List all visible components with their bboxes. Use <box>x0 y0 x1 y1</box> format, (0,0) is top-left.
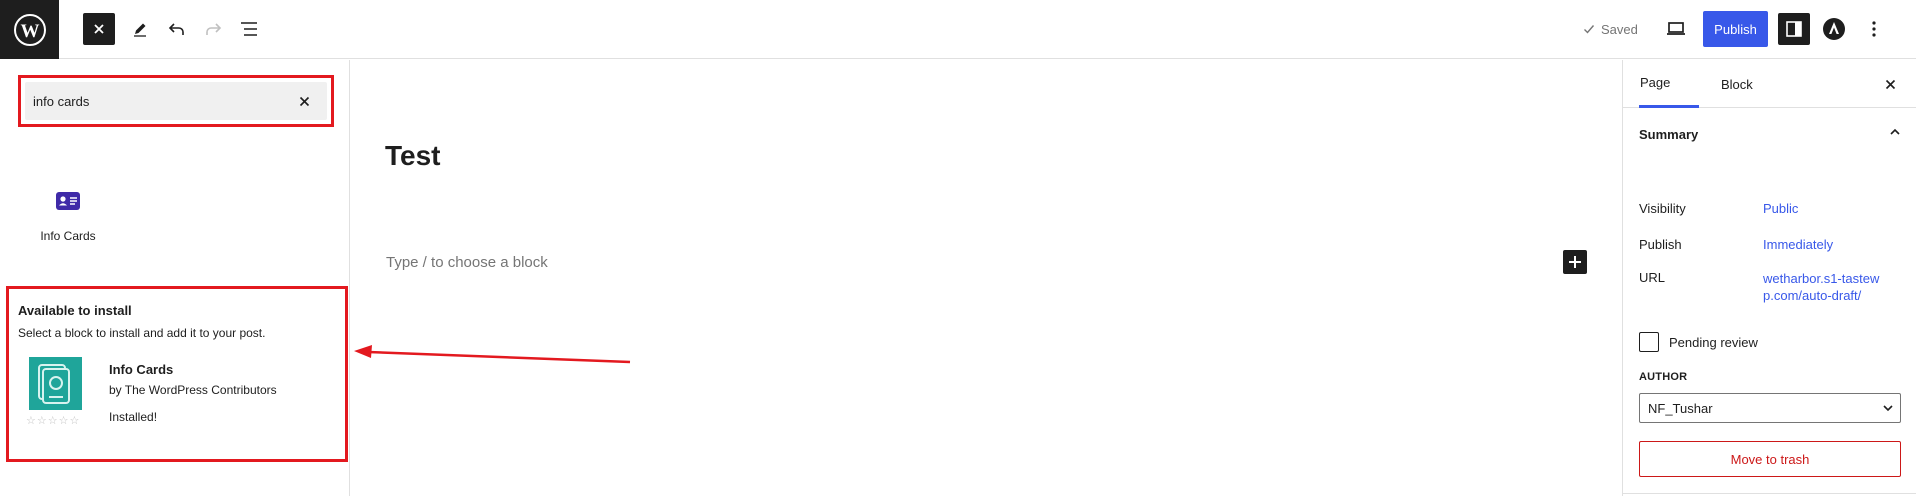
pending-review-checkbox[interactable] <box>1639 332 1659 352</box>
plugin-thumbnail-icon <box>29 357 82 410</box>
close-icon <box>94 24 104 34</box>
preview-button[interactable] <box>1660 13 1692 45</box>
author-select[interactable]: NF_Tushar <box>1639 393 1901 423</box>
visibility-label: Visibility <box>1639 201 1686 216</box>
publish-button[interactable]: Publish <box>1703 11 1768 47</box>
block-result-label: Info Cards <box>40 229 96 243</box>
close-inserter-button[interactable] <box>83 13 115 45</box>
undo-button[interactable] <box>161 13 193 45</box>
svg-text:W: W <box>20 21 39 42</box>
chevron-down-icon <box>1883 405 1893 412</box>
pending-review-toggle[interactable]: Pending review <box>1639 332 1758 352</box>
editor-canvas: Test Type / to choose a block <box>351 60 1621 496</box>
author-label: AUTHOR <box>1639 371 1688 383</box>
settings-sidebar: Page Block Summary Visibility Public Pub… <box>1622 60 1916 496</box>
url-label: URL <box>1639 270 1666 285</box>
summary-title: Summary <box>1639 126 1699 142</box>
list-view-icon <box>241 22 257 36</box>
chevron-up-icon <box>1890 128 1900 135</box>
check-icon <box>1584 25 1595 34</box>
astra-settings-button[interactable] <box>1818 13 1850 45</box>
summary-panel-toggle[interactable]: Summary <box>1639 108 1901 160</box>
install-section-title: Available to install <box>18 303 132 318</box>
wordpress-logo-icon: W <box>13 13 46 46</box>
search-highlight-box <box>18 75 334 127</box>
close-settings-button[interactable] <box>1880 74 1900 94</box>
author-selected-value: NF_Tushar <box>1648 400 1713 416</box>
close-icon <box>299 96 309 106</box>
saved-indicator: Saved <box>1583 19 1638 39</box>
id-card-icon <box>56 192 80 210</box>
url-value-button[interactable]: wetharbor.s1-tastewp.com/auto-draft/ <box>1763 270 1883 304</box>
astra-logo-icon <box>1823 18 1845 40</box>
pending-review-label: Pending review <box>1669 334 1758 350</box>
plugin-rating: ☆☆☆☆☆ <box>26 415 81 427</box>
publish-date-button[interactable]: Immediately <box>1763 237 1833 252</box>
publish-label: Publish <box>1639 237 1682 252</box>
plugin-author: by The WordPress Contributors <box>109 383 277 397</box>
redo-icon <box>206 23 222 35</box>
editor-header: W Saved Publish <box>0 0 1916 59</box>
sidebar-tabs: Page Block <box>1623 60 1916 108</box>
close-icon <box>1885 79 1895 89</box>
block-result-info-cards[interactable]: Info Cards <box>28 190 108 260</box>
desktop-icon <box>1667 22 1685 35</box>
add-block-button[interactable] <box>1563 250 1587 274</box>
panel-divider <box>1623 493 1916 494</box>
default-block-appender[interactable]: Type / to choose a block <box>386 254 548 271</box>
document-overview-button[interactable] <box>233 13 265 45</box>
more-vertical-icon <box>1872 21 1876 37</box>
block-search-input[interactable] <box>33 82 273 120</box>
saved-label: Saved <box>1601 21 1638 37</box>
plus-icon <box>1569 256 1581 268</box>
visibility-value-button[interactable]: Public <box>1763 201 1798 216</box>
undo-icon <box>168 23 184 35</box>
wordpress-logo-button[interactable]: W <box>0 0 59 59</box>
tab-block[interactable]: Block <box>1699 60 1769 108</box>
sidebar-icon <box>1786 21 1802 37</box>
available-to-install-section: Available to install Select a block to i… <box>6 286 348 462</box>
install-section-description: Select a block to install and add it to … <box>18 326 266 340</box>
move-to-trash-button[interactable]: Move to trash <box>1639 441 1901 477</box>
annotation-arrow <box>354 345 631 364</box>
pencil-icon <box>134 23 146 37</box>
plugin-status: Installed! <box>109 410 158 424</box>
block-inserter-panel: Info Cards Available to install Select a… <box>0 60 350 496</box>
settings-toggle-button[interactable] <box>1778 13 1810 45</box>
clear-search-button[interactable] <box>295 92 313 110</box>
tab-page[interactable]: Page <box>1639 60 1699 108</box>
plugin-name: Info Cards <box>109 362 174 377</box>
options-button[interactable] <box>1858 13 1890 45</box>
plugin-item-info-cards[interactable]: ☆☆☆☆☆ Info Cards by The WordPress Contri… <box>23 354 323 444</box>
tools-button[interactable] <box>124 13 156 45</box>
redo-button[interactable] <box>197 13 229 45</box>
post-title[interactable]: Test <box>385 140 441 172</box>
search-field <box>25 82 327 120</box>
